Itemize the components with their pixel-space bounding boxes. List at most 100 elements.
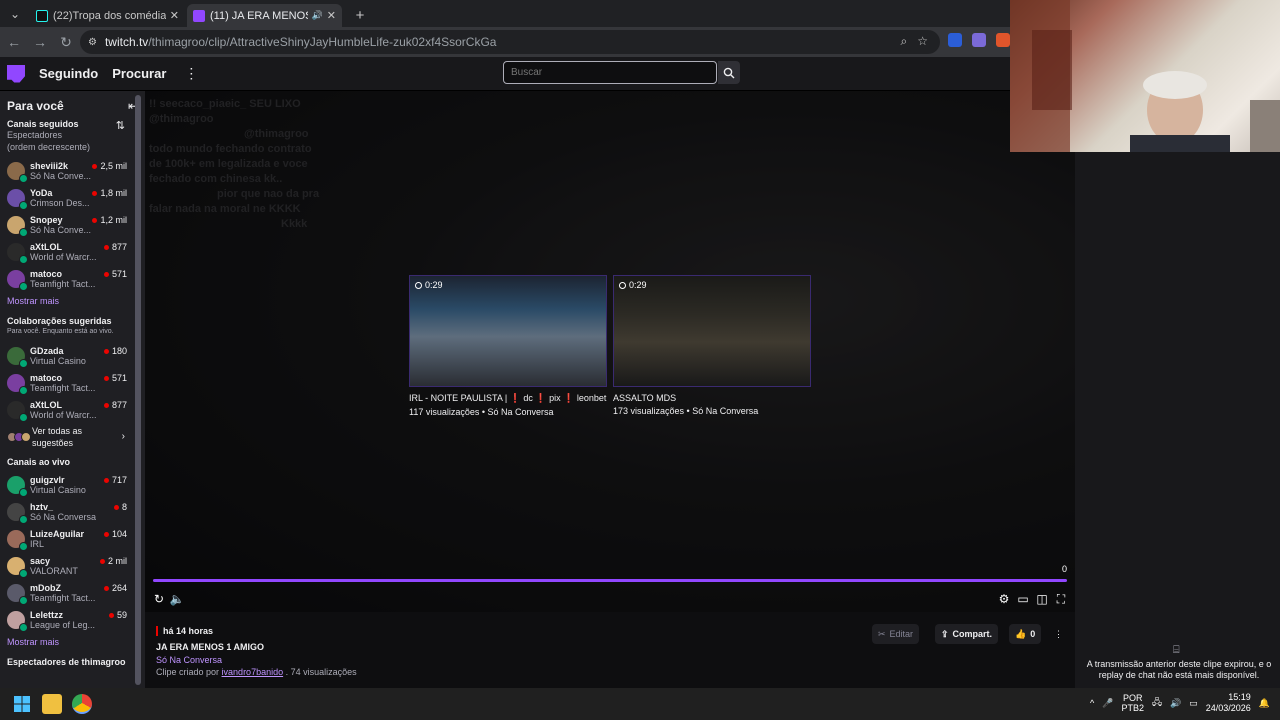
- address-bar[interactable]: ⚙ twitch.tv/thimagroo/clip/AttractiveShi…: [80, 30, 940, 54]
- viewer-count-value: 2,5 mil: [100, 161, 127, 171]
- show-more-link[interactable]: Mostrar mais: [0, 633, 145, 651]
- sidebar-channel[interactable]: LuizeAguilar IRL 104: [0, 525, 145, 552]
- progress-bar[interactable]: [153, 579, 1067, 582]
- new-tab-button[interactable]: +: [350, 5, 370, 25]
- volume-icon[interactable]: 🔈: [169, 591, 185, 607]
- live-section-title: Canais ao vivo: [7, 457, 71, 467]
- channel-text: matoco Teamfight Tact...: [30, 269, 100, 289]
- sidebar-channel[interactable]: guigzvlr Virtual Casino 717: [0, 471, 145, 498]
- live-dot-icon: [103, 531, 109, 537]
- reload-button[interactable]: ↻: [54, 30, 78, 54]
- extension-icon[interactable]: [996, 33, 1010, 47]
- clip-category-link[interactable]: Só Na Conversa: [156, 655, 222, 665]
- site-info-icon[interactable]: ⚙: [88, 37, 97, 48]
- speaker-icon[interactable]: 🔊: [1170, 698, 1181, 709]
- settings-gear-icon[interactable]: ⚙: [996, 591, 1012, 607]
- browser-tab-tiktok[interactable]: (22)Tropa dos comédia não pa ✕: [30, 4, 185, 27]
- search-button[interactable]: [718, 61, 740, 84]
- sidebar-scrollbar[interactable]: [135, 95, 141, 685]
- close-tab-icon[interactable]: ✕: [327, 9, 336, 22]
- chat-panel: ⌸ A transmissão anterior deste clipe exp…: [1075, 152, 1280, 688]
- viewer-count: 59: [108, 610, 127, 620]
- forward-button[interactable]: →: [28, 30, 52, 54]
- zoom-icon[interactable]: ⌕: [901, 34, 908, 49]
- like-button[interactable]: 👍 0: [1009, 624, 1042, 644]
- creator-viewers-title: Espectadores de thimagroo: [7, 657, 126, 667]
- back-button[interactable]: ←: [2, 30, 26, 54]
- fullscreen-icon[interactable]: ⛶: [1053, 591, 1069, 607]
- network-icon[interactable]: 🖧: [1152, 695, 1162, 711]
- clock-icon: [415, 281, 422, 289]
- sidebar-channel[interactable]: matoco Teamfight Tact... 571: [0, 369, 145, 396]
- clip-thumbnail[interactable]: 0:29: [409, 275, 607, 387]
- battery-icon[interactable]: ▭: [1189, 698, 1198, 709]
- recommended-clip[interactable]: 0:29 IRL - NOITE PAULISTA | ❗ dc ❗ pix ❗…: [409, 275, 607, 417]
- sidebar-channel[interactable]: sacy VALORANT 2 mil: [0, 552, 145, 579]
- clip-thumbnail[interactable]: 0:29: [613, 275, 811, 387]
- sort-icon[interactable]: ⇅: [116, 119, 125, 132]
- viewer-count: 104: [103, 529, 127, 539]
- sidebar-channel[interactable]: Snopey Só Na Conve... 1,2 mil: [0, 211, 145, 238]
- show-more-link[interactable]: Mostrar mais: [0, 292, 145, 310]
- live-badge-icon: [19, 227, 28, 237]
- see-all-suggestions-button[interactable]: Ver todas as sugestões ›: [0, 423, 145, 451]
- more-menu-icon[interactable]: ⋮: [184, 65, 198, 82]
- see-all-label: Ver todas as sugestões: [32, 426, 83, 448]
- windows-start-icon[interactable]: [12, 694, 32, 714]
- viewer-count: 717: [103, 475, 127, 485]
- tab-search-chevron-icon[interactable]: ⌄: [4, 3, 26, 25]
- share-button[interactable]: ⇪ Compart.: [935, 624, 999, 644]
- channel-text: Snopey Só Na Conve...: [30, 215, 100, 235]
- sidebar-channel[interactable]: GDzada Virtual Casino 180: [0, 342, 145, 369]
- chrome-icon[interactable]: [72, 694, 92, 714]
- microphone-icon[interactable]: 🎤: [1102, 698, 1113, 709]
- more-options-icon[interactable]: ⋮: [1048, 624, 1069, 644]
- viewer-count: 877: [103, 400, 127, 410]
- nav-browse[interactable]: Procurar: [112, 66, 166, 81]
- sidebar-channel[interactable]: aXtLOL World of Warcr... 877: [0, 238, 145, 265]
- creator-link[interactable]: ivandro7banido: [222, 667, 284, 677]
- clock[interactable]: 15:19 24/03/2026: [1206, 692, 1251, 714]
- sidebar-channel[interactable]: Lelettzz League of Leg... 59: [0, 606, 145, 633]
- live-badge-icon: [19, 622, 28, 632]
- recommended-clip[interactable]: 0:29 ASSALTO MDS 173 visualizações • Só …: [613, 275, 811, 416]
- clip-title[interactable]: ASSALTO MDS: [613, 393, 811, 403]
- sidebar-channel[interactable]: YoDa Crimson Des... 1,8 mil: [0, 184, 145, 211]
- theater-mode-icon[interactable]: ▭: [1015, 591, 1031, 607]
- video-player[interactable]: !! seecaco_piaeic_ SEU LIXO @thimagroo @…: [145, 91, 1075, 612]
- search-input[interactable]: [503, 61, 717, 84]
- channel-game: Teamfight Tact...: [30, 592, 96, 603]
- replay-icon[interactable]: ↻: [151, 591, 167, 607]
- notification-icon[interactable]: 🔔: [1259, 698, 1270, 709]
- live-badge-icon: [19, 173, 28, 183]
- file-explorer-icon[interactable]: [42, 694, 62, 714]
- edit-label: Editar: [889, 629, 914, 639]
- live-badge-icon: [19, 541, 28, 551]
- twitch-top-nav: Seguindo Procurar ⋮: [0, 57, 1010, 91]
- side-panel-icon[interactable]: ◫: [1034, 591, 1050, 607]
- sidebar-channel[interactable]: aXtLOL World of Warcr... 877: [0, 396, 145, 423]
- scissors-icon: ✂: [878, 628, 886, 639]
- viewer-count-value: 104: [111, 529, 127, 539]
- sidebar-channel[interactable]: sheviii2k Só Na Conve... 2,5 mil: [0, 157, 145, 184]
- sidebar-channel[interactable]: hztv_ Só Na Conversa 8: [0, 498, 145, 525]
- extension-icon[interactable]: [972, 33, 986, 47]
- sidebar-channel[interactable]: matoco Teamfight Tact... 571: [0, 265, 145, 292]
- nav-following[interactable]: Seguindo: [39, 66, 98, 81]
- share-label: Compart.: [952, 629, 993, 639]
- viewer-count-value: 1,8 mil: [100, 188, 127, 198]
- language-indicator[interactable]: POR PTB2: [1121, 693, 1144, 713]
- live-dot-icon: [99, 558, 105, 564]
- chevron-up-icon[interactable]: ^: [1090, 698, 1094, 708]
- extension-icon[interactable]: [948, 33, 962, 47]
- sidebar-channel[interactable]: mDobZ Teamfight Tact... 264: [0, 579, 145, 606]
- twitch-logo-icon[interactable]: [7, 64, 25, 83]
- live-badge-icon: [19, 595, 28, 605]
- audio-playing-icon[interactable]: 🔊: [312, 10, 323, 21]
- live-dot-icon: [103, 477, 109, 483]
- edit-button[interactable]: ✂ Editar: [872, 624, 920, 644]
- browser-tab-twitch[interactable]: (11) JA ERA MENOS 1 AMIGO 🔊 ✕: [187, 4, 342, 27]
- close-tab-icon[interactable]: ✕: [170, 9, 179, 22]
- bookmark-star-icon[interactable]: ☆: [917, 34, 928, 49]
- clip-title[interactable]: IRL - NOITE PAULISTA | ❗ dc ❗ pix ❗ leon…: [409, 393, 607, 404]
